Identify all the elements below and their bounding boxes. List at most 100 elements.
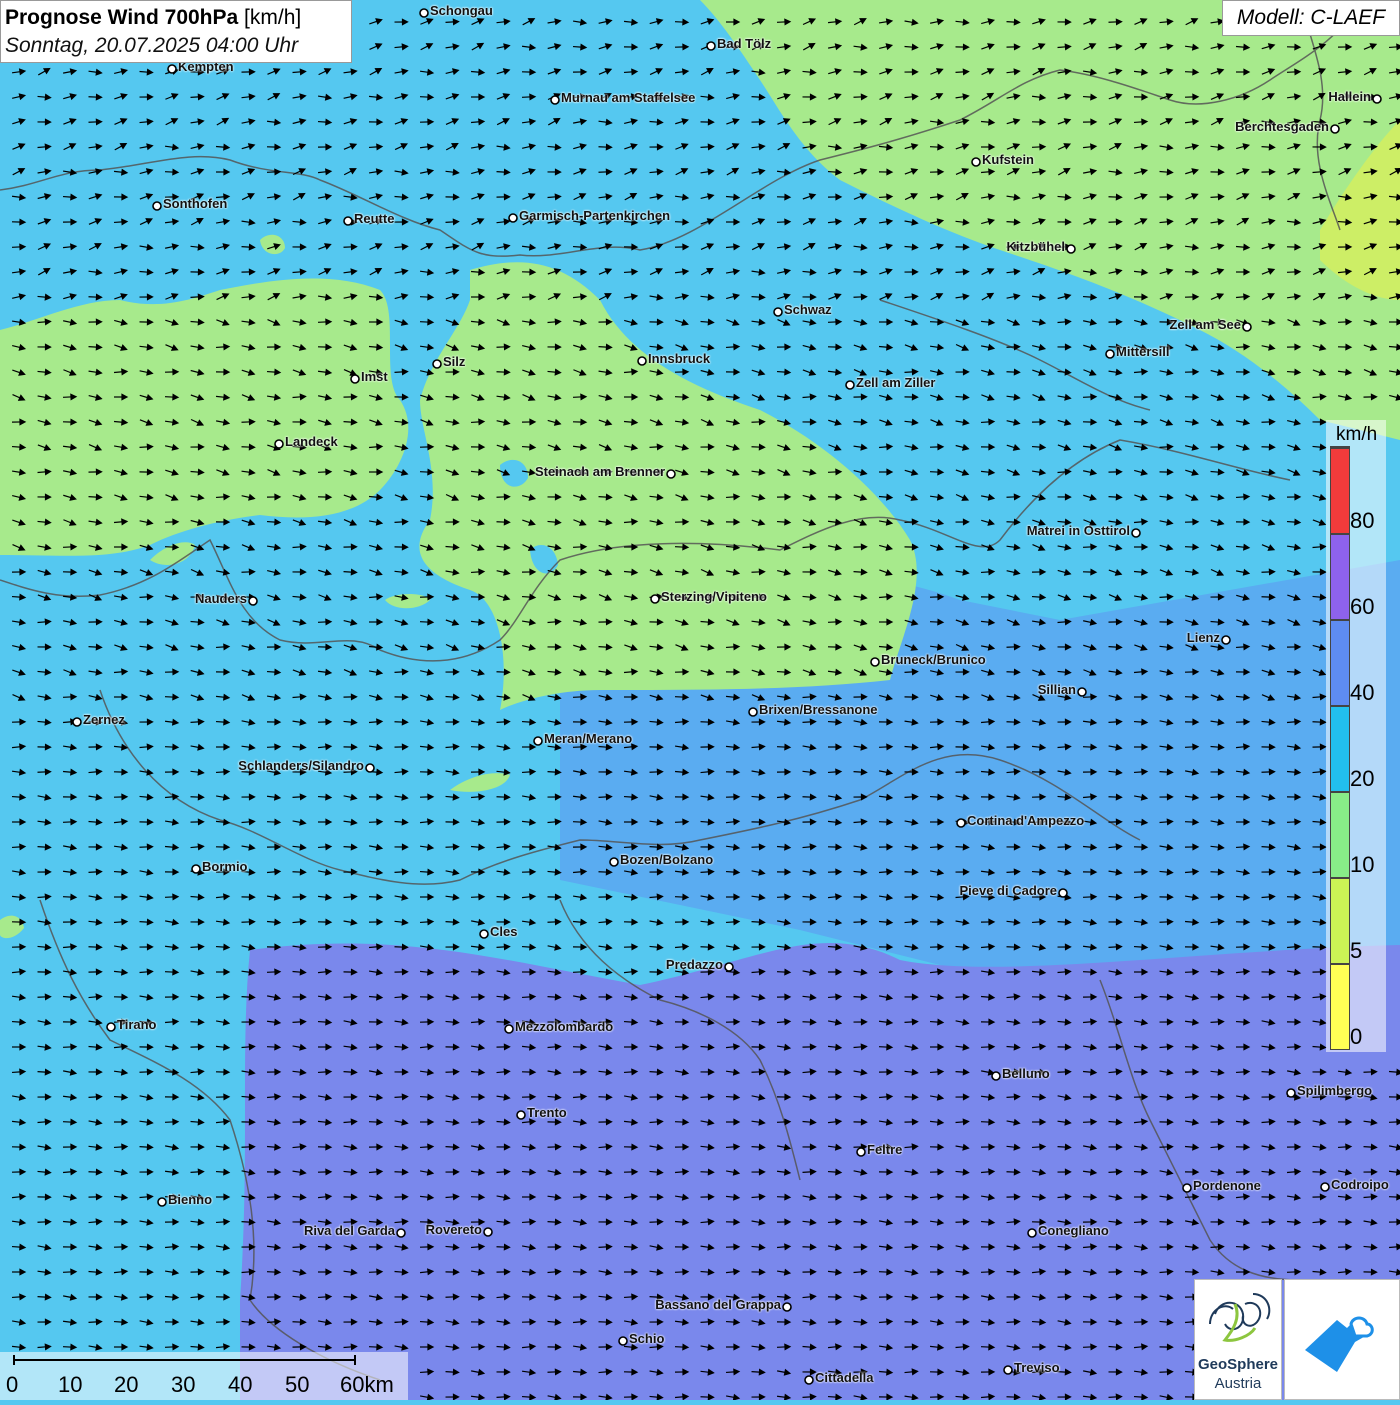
city-label[interactable]: Belluno bbox=[1002, 1066, 1050, 1081]
city-label[interactable]: Predazzo bbox=[666, 957, 723, 972]
city-dot[interactable] bbox=[168, 65, 176, 73]
city-label[interactable]: Sterzing/Vipiteno bbox=[661, 589, 767, 604]
city-label[interactable]: Pieve di Cadore bbox=[959, 883, 1057, 898]
city-dot[interactable] bbox=[619, 1337, 627, 1345]
city-dot[interactable] bbox=[366, 764, 374, 772]
city-dot[interactable] bbox=[275, 440, 283, 448]
city-label[interactable]: Feltre bbox=[867, 1142, 902, 1157]
city-label[interactable]: Bozen/Bolzano bbox=[620, 852, 713, 867]
city-label[interactable]: Bienno bbox=[168, 1192, 212, 1207]
city-dot[interactable] bbox=[107, 1023, 115, 1031]
city-label[interactable]: Silz bbox=[443, 354, 465, 369]
city-dot[interactable] bbox=[1287, 1089, 1295, 1097]
city-dot[interactable] bbox=[972, 158, 980, 166]
city-label[interactable]: Kufstein bbox=[982, 152, 1034, 167]
city-dot[interactable] bbox=[1222, 636, 1230, 644]
city-dot[interactable] bbox=[1004, 1366, 1012, 1374]
city-dot[interactable] bbox=[707, 42, 715, 50]
city-dot[interactable] bbox=[1078, 688, 1086, 696]
city-dot[interactable] bbox=[725, 963, 733, 971]
city-dot[interactable] bbox=[1067, 245, 1075, 253]
city-label[interactable]: Garmisch-Partenkirchen bbox=[519, 208, 670, 223]
city-dot[interactable] bbox=[505, 1025, 513, 1033]
city-label[interactable]: Cittadella bbox=[815, 1370, 874, 1385]
city-label[interactable]: Riva del Garda bbox=[304, 1223, 395, 1238]
city-label[interactable]: Imst bbox=[361, 369, 388, 384]
city-dot[interactable] bbox=[846, 381, 854, 389]
city-dot[interactable] bbox=[484, 1228, 492, 1236]
city-dot[interactable] bbox=[857, 1148, 865, 1156]
city-dot[interactable] bbox=[992, 1072, 1000, 1080]
city-label[interactable]: Schwaz bbox=[784, 302, 832, 317]
city-label[interactable]: Bruneck/Brunico bbox=[881, 652, 986, 667]
city-label[interactable]: Spilimbergo bbox=[1297, 1083, 1372, 1098]
city-dot[interactable] bbox=[1059, 889, 1067, 897]
city-label[interactable]: Meran/Merano bbox=[544, 731, 632, 746]
city-dot[interactable] bbox=[192, 865, 200, 873]
city-dot[interactable] bbox=[249, 597, 257, 605]
city-dot[interactable] bbox=[667, 470, 675, 478]
city-label[interactable]: Rovereto bbox=[426, 1222, 482, 1237]
city-dot[interactable] bbox=[1028, 1229, 1036, 1237]
city-label[interactable]: Bormio bbox=[202, 859, 248, 874]
app-logo-box[interactable] bbox=[1284, 1279, 1400, 1400]
city-dot[interactable] bbox=[1183, 1184, 1191, 1192]
city-label[interactable]: Nauders bbox=[195, 591, 247, 606]
city-label[interactable]: Schongau bbox=[430, 3, 493, 18]
city-label[interactable]: Zell am Ziller bbox=[856, 375, 935, 390]
city-dot[interactable] bbox=[783, 1303, 791, 1311]
city-label[interactable]: Reutte bbox=[354, 211, 394, 226]
city-dot[interactable] bbox=[534, 737, 542, 745]
city-label[interactable]: Tirano bbox=[117, 1017, 157, 1032]
city-label[interactable]: Schlanders/Silandro bbox=[238, 758, 364, 773]
city-label[interactable]: Cles bbox=[490, 924, 517, 939]
city-dot[interactable] bbox=[509, 214, 517, 222]
city-label[interactable]: Steinach am Brenner bbox=[535, 464, 665, 479]
city-label[interactable]: Lienz bbox=[1187, 630, 1220, 645]
city-dot[interactable] bbox=[551, 96, 559, 104]
city-dot[interactable] bbox=[158, 1198, 166, 1206]
city-label[interactable]: Pordenone bbox=[1193, 1178, 1261, 1193]
city-dot[interactable] bbox=[433, 360, 441, 368]
city-dot[interactable] bbox=[749, 708, 757, 716]
city-label[interactable]: Bassano del Grappa bbox=[655, 1297, 781, 1312]
city-dot[interactable] bbox=[1243, 323, 1251, 331]
city-label[interactable]: Murnau am Staffelsee bbox=[561, 90, 695, 105]
city-label[interactable]: Treviso bbox=[1014, 1360, 1060, 1375]
city-label[interactable]: Bad Tölz bbox=[717, 36, 771, 51]
city-dot[interactable] bbox=[610, 858, 618, 866]
city-dot[interactable] bbox=[351, 375, 359, 383]
city-label[interactable]: Mittersill bbox=[1116, 344, 1169, 359]
city-label[interactable]: Mezzolombardo bbox=[515, 1019, 613, 1034]
city-dot[interactable] bbox=[805, 1376, 813, 1384]
city-dot[interactable] bbox=[638, 357, 646, 365]
city-dot[interactable] bbox=[420, 9, 428, 17]
city-label[interactable]: Trento bbox=[527, 1105, 567, 1120]
city-dot[interactable] bbox=[344, 217, 352, 225]
city-dot[interactable] bbox=[153, 202, 161, 210]
city-label[interactable]: Zernez bbox=[83, 712, 125, 727]
city-dot[interactable] bbox=[651, 595, 659, 603]
city-label[interactable]: Codroipo bbox=[1331, 1177, 1389, 1192]
city-label[interactable]: Berchtesgaden bbox=[1235, 119, 1329, 134]
city-dot[interactable] bbox=[1106, 350, 1114, 358]
city-dot[interactable] bbox=[517, 1111, 525, 1119]
city-label[interactable]: Innsbruck bbox=[648, 351, 710, 366]
city-label[interactable]: Sillian bbox=[1038, 682, 1076, 697]
city-dot[interactable] bbox=[1373, 95, 1381, 103]
city-label[interactable]: Conegliano bbox=[1038, 1223, 1109, 1238]
city-dot[interactable] bbox=[1321, 1183, 1329, 1191]
city-dot[interactable] bbox=[774, 308, 782, 316]
city-dot[interactable] bbox=[957, 819, 965, 827]
city-label[interactable]: Cortina d'Ampezzo bbox=[967, 813, 1084, 828]
city-dot[interactable] bbox=[73, 718, 81, 726]
city-label[interactable]: Landeck bbox=[285, 434, 338, 449]
city-label[interactable]: Brixen/Bressanone bbox=[759, 702, 878, 717]
city-dot[interactable] bbox=[480, 930, 488, 938]
city-label[interactable]: Matrei in Osttirol bbox=[1027, 523, 1130, 538]
city-dot[interactable] bbox=[1331, 125, 1339, 133]
city-label[interactable]: Schio bbox=[629, 1331, 664, 1346]
city-dot[interactable] bbox=[871, 658, 879, 666]
city-dot[interactable] bbox=[1132, 529, 1140, 537]
city-label[interactable]: Zell am See bbox=[1169, 317, 1241, 332]
